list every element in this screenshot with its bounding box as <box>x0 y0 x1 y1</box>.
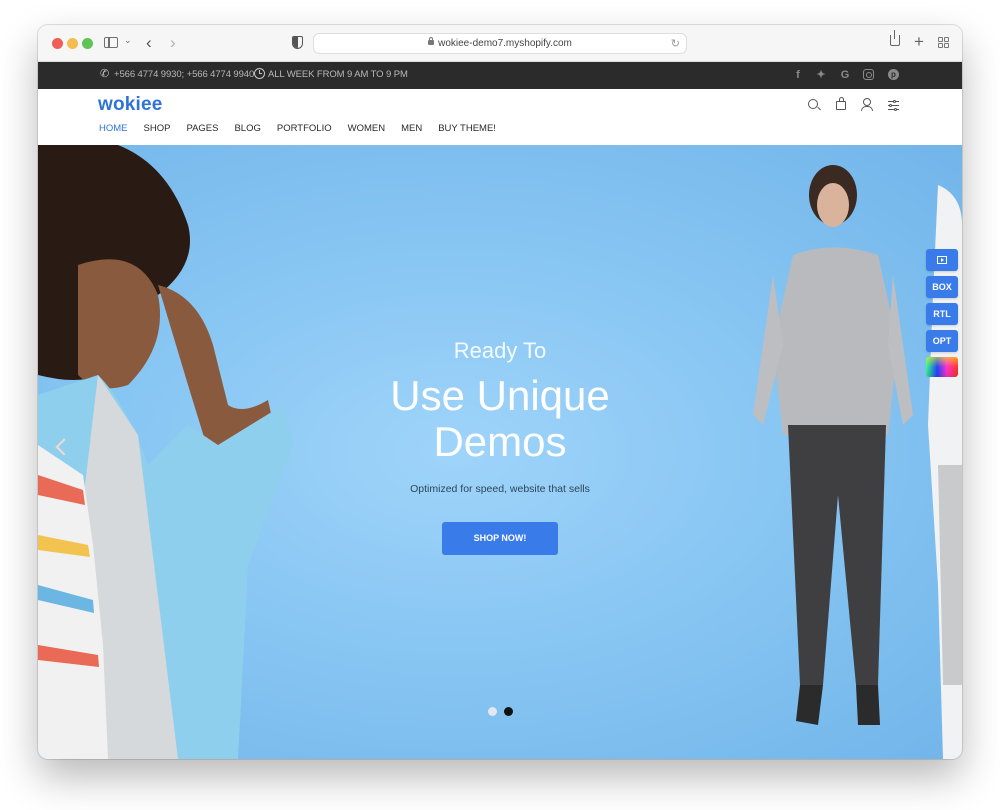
privacy-shield-icon[interactable] <box>292 36 303 49</box>
twitter-icon[interactable]: ✦ <box>814 68 828 82</box>
google-icon[interactable]: G <box>838 68 852 82</box>
pinterest-icon[interactable]: p <box>888 69 899 80</box>
nav-item-men[interactable]: MEN <box>401 123 422 134</box>
shop-now-button[interactable]: SHOP NOW! <box>442 522 558 555</box>
search-icon[interactable] <box>808 99 818 109</box>
url: wokiee-demo7.myshopify.com <box>438 38 572 49</box>
share-icon[interactable] <box>890 30 900 46</box>
hero-title-line-1: Use Unique <box>390 372 610 419</box>
hero-description: Optimized for speed, website that sells <box>410 483 590 495</box>
nav-item-home[interactable]: HOME <box>99 123 128 134</box>
slide-dot-1[interactable] <box>488 707 497 716</box>
top-info-bar: ✆ +566 4774 9930; +566 4774 9940 ALL WEE… <box>38 62 962 89</box>
facebook-icon[interactable]: f <box>791 68 805 82</box>
browser-window: ⌄ ‹ › wokiee-demo7.myshopify.com ↻ + ✆ +… <box>38 25 962 759</box>
sidebar-icon[interactable] <box>104 37 118 48</box>
hero-title: Use Unique Demos <box>38 373 962 465</box>
video-tool-button[interactable] <box>926 249 958 271</box>
hero-title-line-2: Demos <box>433 418 567 465</box>
shopping-bag-icon[interactable] <box>836 97 846 110</box>
back-icon[interactable]: ‹ <box>146 34 152 51</box>
color-picker-button[interactable] <box>926 357 958 377</box>
clock-icon <box>254 68 265 79</box>
opening-hours: ALL WEEK FROM 9 AM TO 9 PM <box>268 69 408 80</box>
reload-icon[interactable]: ↻ <box>671 37 680 50</box>
account-icon[interactable] <box>861 98 873 111</box>
video-play-icon <box>937 256 947 264</box>
url-text[interactable]: wokiee-demo7.myshopify.com <box>314 37 686 49</box>
options-button[interactable]: OPT <box>926 330 958 352</box>
minimize-window-button[interactable] <box>67 38 78 49</box>
nav-item-women[interactable]: WOMEN <box>348 123 385 134</box>
box-layout-button[interactable]: BOX <box>926 276 958 298</box>
logo[interactable]: wokiee <box>98 94 163 116</box>
slide-dot-2-active[interactable] <box>504 707 513 716</box>
lock-icon <box>428 37 435 45</box>
site-header: wokiee HOME SHOP PAGES BLOG PORTFOLIO WO… <box>38 89 962 145</box>
rtl-button[interactable]: RTL <box>926 303 958 325</box>
phone-icon: ✆ <box>100 68 110 80</box>
forward-icon[interactable]: › <box>170 34 176 51</box>
nav-item-buy-theme[interactable]: BUY THEME! <box>438 123 496 134</box>
settings-sliders-icon[interactable] <box>888 99 899 111</box>
address-bar[interactable]: wokiee-demo7.myshopify.com ↻ <box>313 33 687 54</box>
maximize-window-button[interactable] <box>82 38 93 49</box>
instagram-icon[interactable] <box>863 69 874 80</box>
nav-item-pages[interactable]: PAGES <box>186 123 218 134</box>
nav-item-blog[interactable]: BLOG <box>234 123 260 134</box>
hero-slider: Ready To Use Unique Demos Optimized for … <box>38 145 962 759</box>
hero-subtitle: Ready To <box>453 338 547 363</box>
browser-toolbar: ⌄ ‹ › wokiee-demo7.myshopify.com ↻ + <box>38 25 962 62</box>
nav-item-portfolio[interactable]: PORTFOLIO <box>277 123 332 134</box>
phone-numbers: +566 4774 9930; +566 4774 9940 <box>114 69 255 80</box>
tab-overview-icon[interactable] <box>938 37 949 48</box>
theme-side-tools: BOX RTL OPT <box>926 249 958 377</box>
chevron-down-icon[interactable]: ⌄ <box>124 36 132 45</box>
new-tab-icon[interactable]: + <box>914 33 924 50</box>
close-window-button[interactable] <box>52 38 63 49</box>
nav-item-shop[interactable]: SHOP <box>144 123 171 134</box>
main-nav: HOME SHOP PAGES BLOG PORTFOLIO WOMEN MEN… <box>99 123 512 134</box>
